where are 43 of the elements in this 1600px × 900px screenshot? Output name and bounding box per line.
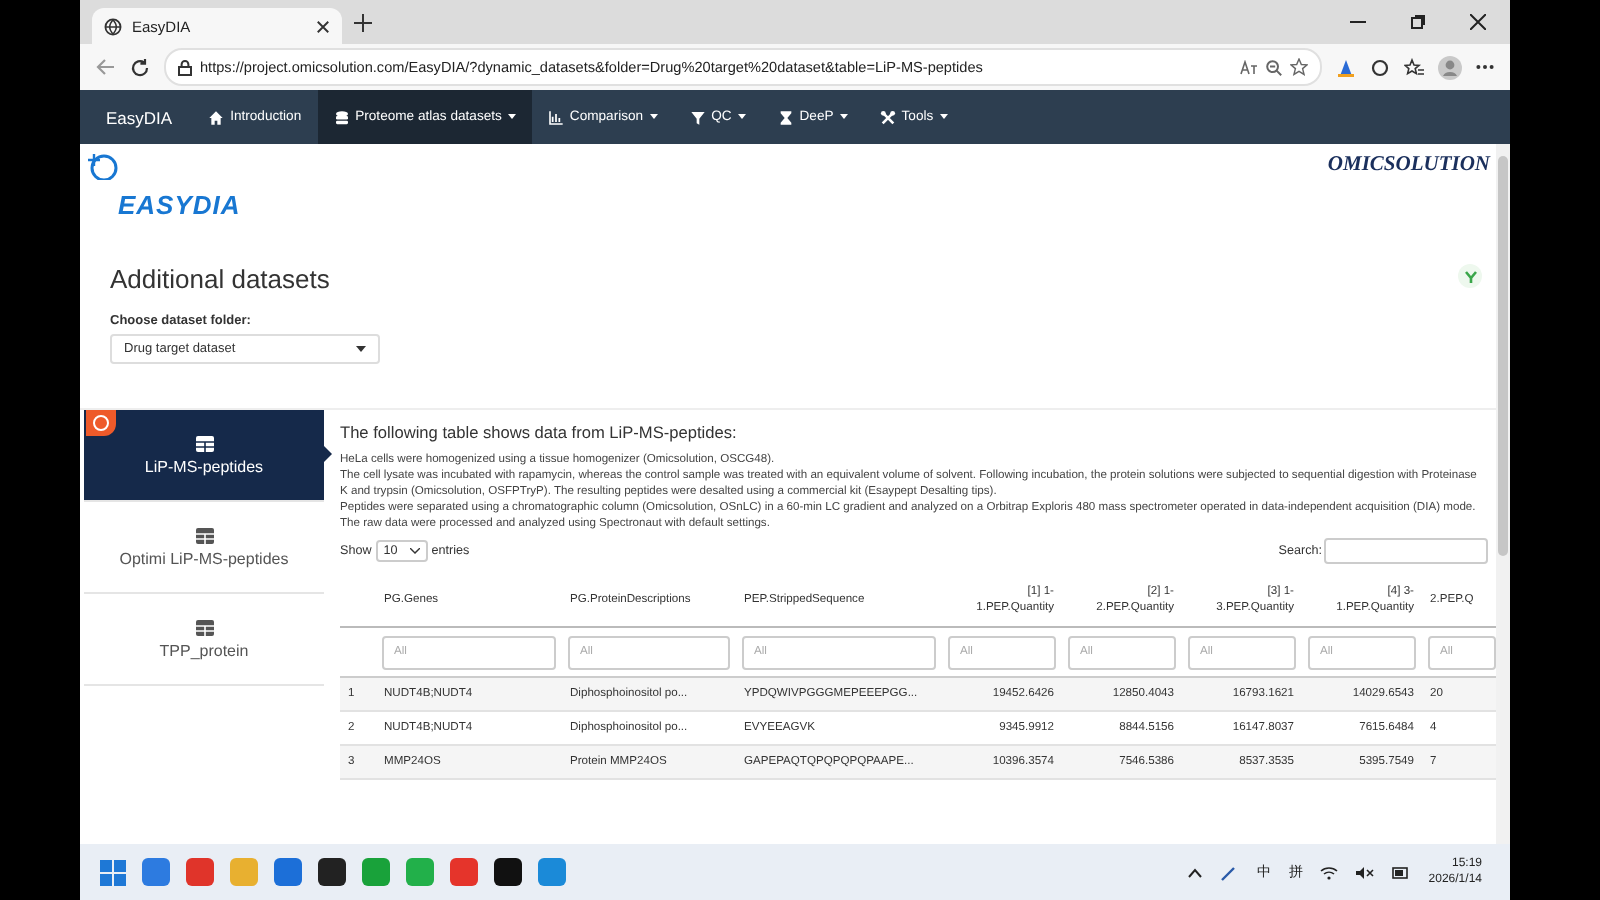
close-icon[interactable] bbox=[1470, 14, 1486, 30]
table-icon bbox=[195, 619, 213, 635]
search-field[interactable] bbox=[1324, 538, 1488, 564]
hourglass-icon bbox=[777, 109, 794, 125]
muted-speaker-icon[interactable] bbox=[1356, 865, 1375, 879]
brand-name[interactable]: EasyDIA bbox=[86, 90, 193, 144]
scrollbar[interactable] bbox=[1496, 144, 1510, 844]
filter-icon bbox=[689, 109, 706, 125]
back-icon[interactable] bbox=[96, 58, 116, 76]
home-icon bbox=[208, 109, 225, 125]
start-icon[interactable] bbox=[100, 859, 126, 885]
battery-icon[interactable] bbox=[1392, 865, 1411, 879]
new-tab-icon[interactable] bbox=[354, 13, 372, 31]
database-icon bbox=[333, 109, 350, 125]
orbit-icon bbox=[88, 148, 118, 180]
caret-icon bbox=[356, 346, 366, 352]
easydia-logo: EASYDIA bbox=[88, 148, 241, 220]
reload-icon[interactable] bbox=[130, 57, 150, 77]
chevron-up-icon[interactable] bbox=[1188, 867, 1203, 877]
table-icon bbox=[195, 527, 213, 543]
star-icon[interactable] bbox=[1290, 58, 1308, 76]
pen-icon[interactable] bbox=[1220, 863, 1239, 881]
more-icon[interactable] bbox=[1476, 64, 1494, 70]
chevron-down-icon bbox=[409, 548, 420, 554]
close-icon[interactable] bbox=[316, 19, 330, 33]
taskbar-app-icon[interactable] bbox=[318, 858, 346, 886]
taskbar-app-icon[interactable] bbox=[494, 858, 522, 886]
avatar-icon[interactable] bbox=[1438, 55, 1462, 79]
globe-icon bbox=[104, 17, 122, 35]
zoom-icon[interactable] bbox=[1266, 59, 1282, 75]
bar-chart-icon bbox=[547, 109, 564, 125]
extension-icon[interactable] bbox=[1336, 57, 1356, 77]
wifi-icon[interactable] bbox=[1320, 865, 1339, 879]
translate-icon[interactable] bbox=[1240, 59, 1258, 75]
favorites-icon[interactable] bbox=[1404, 57, 1424, 77]
table-icon bbox=[195, 435, 213, 451]
panel-title: The following table shows data from LiP-MS-peptides: bbox=[340, 422, 739, 442]
page-heading: Additional datasets bbox=[110, 264, 330, 294]
omicsolution-logo: OMICSOLUTION bbox=[1327, 152, 1490, 176]
ai-badge-icon[interactable] bbox=[86, 410, 116, 436]
restore-icon[interactable] bbox=[1410, 14, 1426, 30]
lock-icon bbox=[178, 59, 192, 75]
cross-tools-icon bbox=[879, 109, 896, 125]
